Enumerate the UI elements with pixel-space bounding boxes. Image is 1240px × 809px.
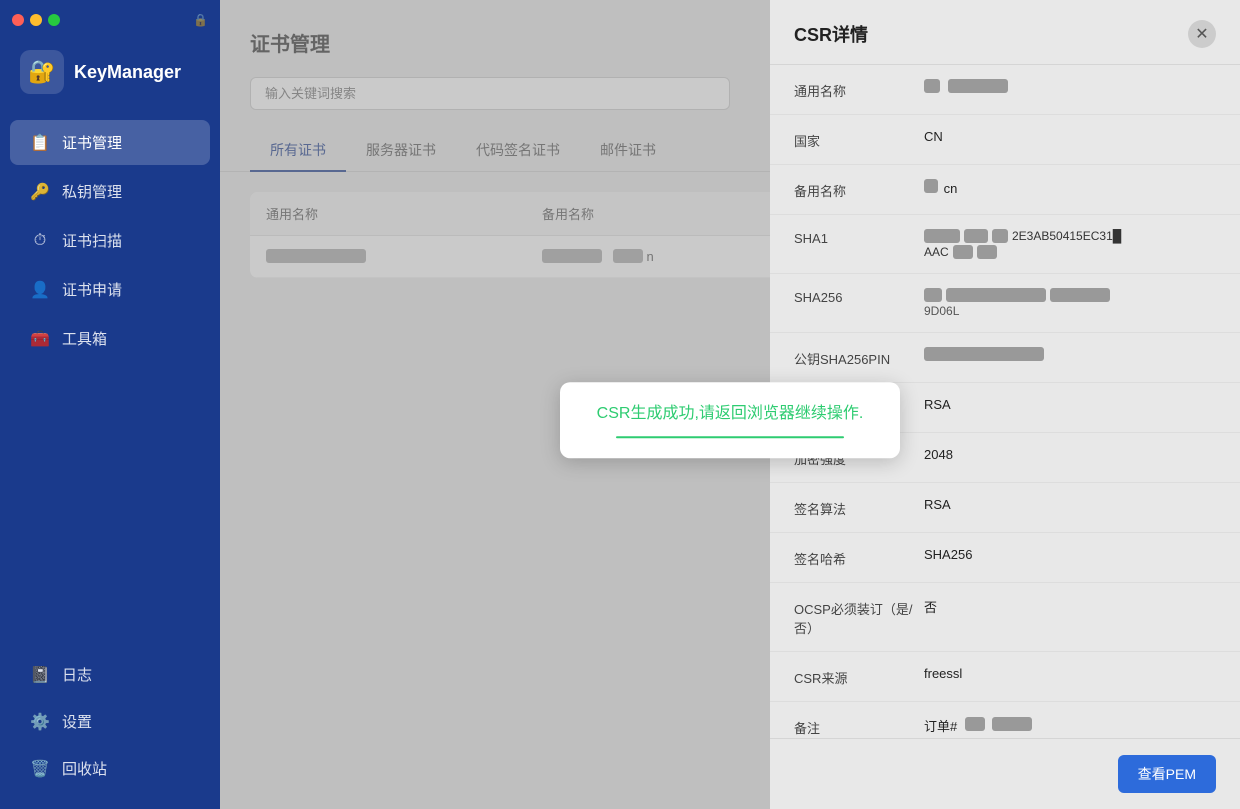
value-common-name (924, 79, 1216, 96)
blur-sha256-2 (946, 288, 1046, 302)
cert-mgmt-icon: 📋 (30, 133, 50, 153)
trash-icon: 🗑️ (30, 759, 50, 779)
toolbox-icon: 🧰 (30, 329, 50, 349)
blur-sha1-2 (964, 229, 988, 243)
settings-icon: ⚙️ (30, 712, 50, 732)
key-mgmt-icon: 🔑 (30, 182, 50, 202)
note-text: 订单# (924, 719, 957, 734)
cert-scan-icon: ⏱ (30, 232, 50, 250)
cert-mgmt-label: 证书管理 (62, 132, 122, 153)
main-content: 证书管理 所有证书 服务器证书 代码签名证书 邮件证书 通用名称 备用名称 颁发… (220, 0, 1240, 809)
csr-row-sign-algo: 签名算法 RSA (770, 483, 1240, 533)
csr-row-sha256: SHA256 9D06L (770, 274, 1240, 333)
csr-row-note: 备注 订单# (770, 702, 1240, 738)
close-button[interactable]: ✕ (1188, 20, 1216, 48)
sidebar-item-toolbox[interactable]: 🧰 工具箱 (10, 316, 210, 361)
csr-row-country: 国家 CN (770, 115, 1240, 165)
csr-row-sign-hash: 签名哈希 SHA256 (770, 533, 1240, 583)
value-note: 订单# (924, 716, 1216, 735)
csr-row-ocsp: OCSP必须装订（是/否） 否 (770, 583, 1240, 652)
value-sha1: 2E3AB50415EC31█ AAC (924, 229, 1216, 259)
sha256-9d06l: 9D06L (924, 304, 1216, 318)
label-note: 备注 (794, 716, 924, 737)
blur-pubkey (924, 347, 1044, 361)
sha1-suffix: 2E3AB50415EC31█ (1012, 229, 1121, 243)
tl-yellow[interactable] (30, 14, 42, 26)
csr-row-common-name: 通用名称 (770, 65, 1240, 115)
key-mgmt-label: 私钥管理 (62, 181, 122, 202)
csr-row-pubkey-pin: 公钥SHA256PIN (770, 333, 1240, 383)
sidebar-item-cert-scan[interactable]: ⏱ 证书扫描 (10, 218, 210, 263)
value-pubkey-pin (924, 347, 1216, 364)
trash-label: 回收站 (62, 758, 107, 779)
label-common-name: 通用名称 (794, 79, 924, 100)
value-sign-hash: SHA256 (924, 547, 1216, 562)
blur2 (948, 79, 1008, 93)
blur-sha1-4 (953, 245, 973, 259)
csr-footer: 查看PEM (770, 738, 1240, 809)
success-toast: CSR生成成功,请返回浏览器继续操作. (560, 382, 900, 458)
label-ocsp: OCSP必须装订（是/否） (794, 597, 924, 637)
view-pem-button[interactable]: 查看PEM (1118, 755, 1216, 793)
sidebar-item-cert-mgmt[interactable]: 📋 证书管理 (10, 120, 210, 165)
sidebar-item-trash[interactable]: 🗑️ 回收站 (10, 746, 210, 791)
blur1 (924, 79, 940, 93)
value-encrypt-strength: 2048 (924, 447, 1216, 462)
cert-apply-label: 证书申请 (62, 279, 122, 300)
value-encrypt-algo: RSA (924, 397, 1216, 412)
app-logo: 🔐 KeyManager (0, 40, 220, 114)
logo-emoji: 🔐 (28, 59, 55, 85)
logs-label: 日志 (62, 664, 92, 685)
logs-icon: 📓 (30, 665, 50, 685)
blur-sha256-1 (924, 288, 942, 302)
settings-label: 设置 (62, 711, 92, 732)
value-ocsp: 否 (924, 597, 1216, 616)
cert-apply-icon: 👤 (30, 280, 50, 300)
blur-note1 (965, 717, 985, 731)
value-country: CN (924, 129, 1216, 144)
blur-sha1-1 (924, 229, 960, 243)
value-sha256: 9D06L (924, 288, 1216, 318)
label-alt-name: 备用名称 (794, 179, 924, 200)
csr-panel-title: CSR详情 (794, 21, 868, 47)
label-source: CSR来源 (794, 666, 924, 687)
csr-header: CSR详情 ✕ (770, 0, 1240, 65)
value-source: freessl (924, 666, 1216, 681)
nav-items: 📋 证书管理 🔑 私钥管理 ⏱ 证书扫描 👤 证书申请 🧰 工具箱 (0, 114, 220, 650)
tl-red[interactable] (12, 14, 24, 26)
label-country: 国家 (794, 129, 924, 150)
sha1-aac: AAC (924, 245, 949, 259)
toast-underline (616, 436, 843, 438)
toast-message: CSR生成成功,请返回浏览器继续操作. (588, 402, 872, 426)
sidebar-item-settings[interactable]: ⚙️ 设置 (10, 699, 210, 744)
sidebar-item-cert-apply[interactable]: 👤 证书申请 (10, 267, 210, 312)
toolbox-label: 工具箱 (62, 328, 107, 349)
blur-alt1 (924, 179, 938, 193)
value-sign-algo: RSA (924, 497, 1216, 512)
blur-sha256-3 (1050, 288, 1110, 302)
blur-note2 (992, 717, 1032, 731)
sidebar-item-logs[interactable]: 📓 日志 (10, 652, 210, 697)
alt-cn: cn (944, 181, 958, 196)
app-logo-icon: 🔐 (20, 50, 64, 94)
csr-row-alt-name: 备用名称 cn (770, 165, 1240, 215)
label-sign-algo: 签名算法 (794, 497, 924, 518)
value-alt-name: cn (924, 179, 1216, 196)
app-name: KeyManager (74, 62, 181, 83)
label-pubkey-pin: 公钥SHA256PIN (794, 347, 924, 368)
blur-sha1-5 (977, 245, 997, 259)
csr-row-sha1: SHA1 2E3AB50415EC31█ AAC (770, 215, 1240, 274)
tl-green[interactable] (48, 14, 60, 26)
cert-scan-label: 证书扫描 (62, 230, 122, 251)
label-sign-hash: 签名哈希 (794, 547, 924, 568)
sidebar: 🔒 🔐 KeyManager 📋 证书管理 🔑 私钥管理 ⏱ 证书扫描 👤 证书… (0, 0, 220, 809)
blur-sha1-3 (992, 229, 1008, 243)
nav-bottom: 📓 日志 ⚙️ 设置 🗑️ 回收站 (0, 650, 220, 809)
csr-row-source: CSR来源 freessl (770, 652, 1240, 702)
label-sha256: SHA256 (794, 288, 924, 305)
sidebar-item-key-mgmt[interactable]: 🔑 私钥管理 (10, 169, 210, 214)
title-bar: 🔒 (0, 0, 220, 40)
label-sha1: SHA1 (794, 229, 924, 246)
lock-icon: 🔒 (193, 13, 208, 27)
